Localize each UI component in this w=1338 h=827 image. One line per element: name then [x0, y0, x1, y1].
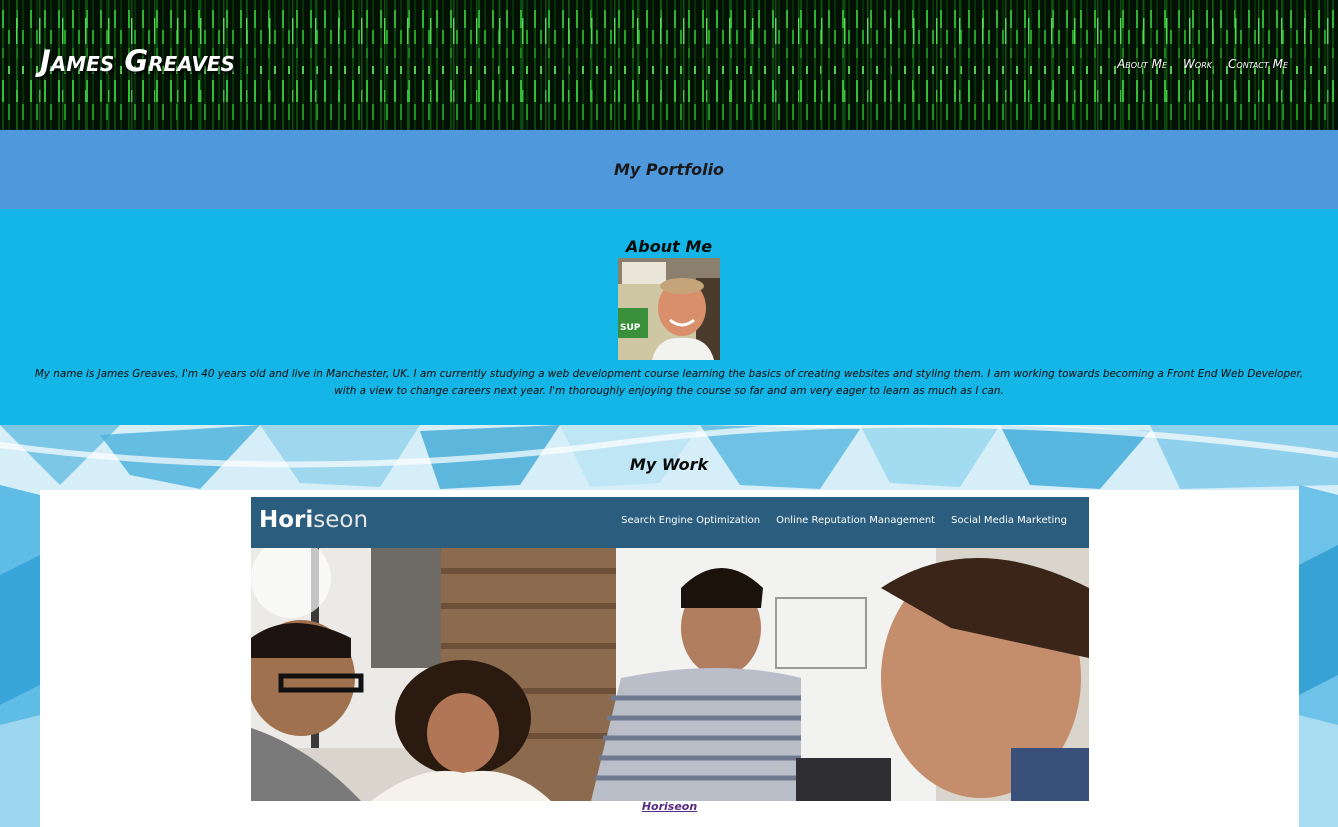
nav-link-work[interactable]: Work	[1183, 57, 1212, 71]
project-logo: Horiseon	[259, 507, 368, 533]
work-card: Horiseon Search Engine Optimization Onli…	[40, 490, 1299, 827]
project-hero-photo	[251, 548, 1089, 801]
nav-link-contact-me[interactable]: Contact Me	[1228, 57, 1288, 71]
main-nav: About Me Work Contact Me	[1117, 57, 1288, 71]
project-nav-item-orm: Online Reputation Management	[776, 515, 936, 526]
project-link-horiseon[interactable]: Horiseon	[40, 800, 1299, 813]
about-heading: About Me	[625, 237, 713, 256]
project-nav-item-seo: Search Engine Optimization	[621, 515, 761, 526]
project-header: Horiseon Search Engine Optimization Onli…	[251, 497, 1089, 548]
work-heading: My Work	[629, 455, 709, 474]
avatar: SUP	[618, 258, 720, 360]
portfolio-heading: My Portfolio	[613, 160, 725, 179]
portfolio-band: My Portfolio	[0, 130, 1338, 209]
about-text: My name is James Greaves, I'm 40 years o…	[34, 368, 1304, 397]
svg-text:SUP: SUP	[620, 323, 641, 333]
project-nav: Search Engine Optimization Online Reputa…	[621, 515, 1067, 526]
project-screenshot[interactable]: Horiseon Search Engine Optimization Onli…	[251, 497, 1089, 801]
site-title: James Greaves	[40, 44, 235, 78]
site-header: James Greaves About Me Work Contact Me	[0, 0, 1338, 130]
project-logo-thin: seon	[313, 507, 369, 533]
work-section: My Work Horiseon Search Engine Optimizat…	[0, 425, 1338, 827]
about-section: About Me SUP My name is James Greaves, I…	[0, 209, 1338, 425]
project-logo-bold: Hori	[259, 507, 314, 533]
project-nav-item-smm: Social Media Marketing	[951, 515, 1067, 526]
nav-link-about-me[interactable]: About Me	[1117, 57, 1167, 71]
